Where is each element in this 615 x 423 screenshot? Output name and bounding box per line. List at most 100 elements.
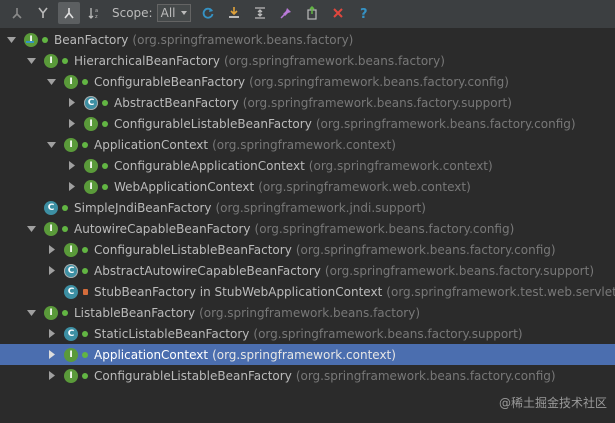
- collapsed-arrow-icon[interactable]: [46, 371, 56, 381]
- type-name: ConfigurableListableBeanFactory: [94, 368, 292, 383]
- expand-all-button[interactable]: [249, 2, 271, 24]
- expanded-arrow-icon[interactable]: [26, 308, 36, 318]
- interface-icon: I: [44, 53, 58, 68]
- export-button[interactable]: [223, 2, 245, 24]
- package-name: (org.springframework.beans.factory.confi…: [295, 368, 556, 383]
- supertypes-icon: [38, 7, 48, 18]
- chevron-down-icon: [180, 11, 187, 15]
- interface-icon: I: [84, 116, 98, 131]
- interface-icon: I: [84, 179, 98, 194]
- collapsed-arrow-icon[interactable]: [66, 98, 76, 108]
- package-name: (org.springframework.context): [308, 158, 493, 173]
- help-button[interactable]: ?: [353, 2, 375, 24]
- close-icon: [332, 8, 343, 18]
- tree-row[interactable]: C AbstractBeanFactory (org.springframework…: [0, 92, 615, 113]
- tree-row[interactable]: C SimpleJndiBeanFactory (org.springframewo…: [0, 197, 615, 218]
- public-visibility-icon: [61, 225, 69, 233]
- package-name: (org.springframework.beans.factory): [132, 32, 354, 47]
- public-visibility-icon: [101, 120, 109, 128]
- interface-icon: I: [64, 137, 78, 152]
- type-name: ConfigurableListableBeanFactory: [114, 116, 312, 131]
- sort-alphabetically-button[interactable]: a z: [84, 2, 106, 24]
- hierarchy-tree: I BeanFactory (org.springframework.beans.f…: [0, 28, 615, 423]
- public-visibility-icon: [61, 204, 69, 212]
- package-name: (org.springframework.beans.factory): [199, 305, 421, 320]
- export-icon: [228, 7, 239, 18]
- package-name: (org.springframework.beans.factory.suppo…: [324, 263, 595, 278]
- pin-icon: [280, 8, 291, 19]
- refresh-button[interactable]: [197, 2, 219, 24]
- refresh-icon: [202, 7, 213, 19]
- subtypes-hierarchy-button[interactable]: [58, 2, 80, 24]
- package-name: (org.springframework.context): [212, 137, 396, 152]
- pin-tab-button[interactable]: [275, 2, 297, 24]
- collapsed-arrow-icon[interactable]: [46, 245, 56, 255]
- interface-icon: I: [64, 242, 78, 257]
- collapsed-arrow-icon[interactable]: [46, 266, 56, 276]
- tree-row[interactable]: I ConfigurableListableBeanFactory (org.spr…: [0, 365, 615, 386]
- scope-value: All: [160, 6, 176, 20]
- expanded-arrow-icon[interactable]: [26, 224, 36, 234]
- package-name: (org.springframework.beans.factory.suppo…: [242, 95, 512, 110]
- tree-row[interactable]: C StaticListableBeanFactory (org.springfra…: [0, 323, 615, 344]
- collapsed-arrow-icon[interactable]: [46, 350, 56, 360]
- tree-row[interactable]: I BeanFactory (org.springframework.beans.f…: [0, 29, 615, 50]
- tree-row[interactable]: I ConfigurableBeanFactory (org.springframe…: [0, 71, 615, 92]
- public-visibility-icon: [81, 78, 89, 86]
- type-name: ApplicationContext: [94, 347, 209, 362]
- tree-row[interactable]: I ConfigurableListableBeanFactory (org.spr…: [0, 239, 615, 260]
- class-icon: C: [44, 200, 58, 215]
- package-name: (org.springframework.beans.factory.confi…: [254, 221, 515, 236]
- public-visibility-icon: [101, 183, 109, 191]
- package-name: (org.springframework.beans.factory.confi…: [295, 242, 556, 257]
- interface-icon: I: [44, 305, 58, 320]
- type-name: WebApplicationContext: [114, 179, 255, 194]
- type-name: BeanFactory: [54, 32, 129, 47]
- type-name: SimpleJndiBeanFactory: [74, 200, 212, 215]
- collapsed-arrow-icon[interactable]: [66, 161, 76, 171]
- collapsed-arrow-icon[interactable]: [66, 119, 76, 129]
- expanded-arrow-icon[interactable]: [6, 35, 16, 45]
- type-name: StaticListableBeanFactory: [94, 326, 250, 341]
- class-icon: C: [64, 326, 78, 341]
- expand-all-icon: [254, 7, 265, 19]
- type-name: StubBeanFactory in StubWebApplicationCon…: [94, 284, 383, 299]
- tree-row[interactable]: I ListableBeanFactory (org.springframework…: [0, 302, 615, 323]
- tree-row[interactable]: I HierarchicalBeanFactory (org.springframe…: [0, 50, 615, 71]
- subtypes-icon: [64, 8, 74, 19]
- public-visibility-icon: [81, 141, 89, 149]
- tree-row[interactable]: C StubBeanFactory in StubWebApplicationCo…: [0, 281, 615, 302]
- hierarchy-toolbar: a z Scope: All ?: [0, 0, 615, 26]
- collapsed-arrow-icon[interactable]: [46, 329, 56, 339]
- public-visibility-icon: [101, 162, 109, 170]
- watermark: @稀土掘金技术社区: [498, 396, 607, 410]
- tree-row[interactable]: I WebApplicationContext (org.springframewo…: [0, 176, 615, 197]
- expanded-arrow-icon[interactable]: [26, 56, 36, 66]
- type-name: ConfigurableBeanFactory: [94, 74, 246, 89]
- public-visibility-icon: [61, 57, 69, 65]
- tree-row[interactable]: I ConfigurableListableBeanFactory (org.spr…: [0, 113, 615, 134]
- scope-dropdown[interactable]: All: [156, 4, 191, 22]
- collapsed-arrow-icon[interactable]: [66, 182, 76, 192]
- expanded-arrow-icon[interactable]: [46, 140, 56, 150]
- open-in-new-tab-button[interactable]: [301, 2, 323, 24]
- public-visibility-icon: [81, 372, 89, 380]
- tree-row[interactable]: C AbstractAutowireCapableBeanFactory (org.…: [0, 260, 615, 281]
- public-visibility-icon: [81, 267, 89, 275]
- tree-row[interactable]: I ApplicationContext (org.springframework.…: [0, 134, 615, 155]
- public-visibility-icon: [81, 351, 89, 359]
- tree-row[interactable]: I ApplicationContext (org.springframework.…: [0, 344, 615, 365]
- type-name: HierarchicalBeanFactory: [74, 53, 220, 68]
- abstract-class-icon: C: [84, 95, 98, 110]
- public-visibility-icon: [61, 309, 69, 317]
- tree-row[interactable]: I AutowireCapableBeanFactory (org.springfr…: [0, 218, 615, 239]
- expanded-arrow-icon[interactable]: [46, 77, 56, 87]
- tree-row[interactable]: I ConfigurableApplicationContext (org.spri…: [0, 155, 615, 176]
- type-hierarchy-button[interactable]: [6, 2, 28, 24]
- supertypes-hierarchy-button[interactable]: [32, 2, 54, 24]
- type-name: ConfigurableListableBeanFactory: [94, 242, 292, 257]
- type-name: AbstractAutowireCapableBeanFactory: [94, 263, 321, 278]
- package-name: (org.springframework.test.web.servlet.se: [386, 284, 615, 299]
- close-button[interactable]: [327, 2, 349, 24]
- svg-text:z: z: [95, 14, 98, 20]
